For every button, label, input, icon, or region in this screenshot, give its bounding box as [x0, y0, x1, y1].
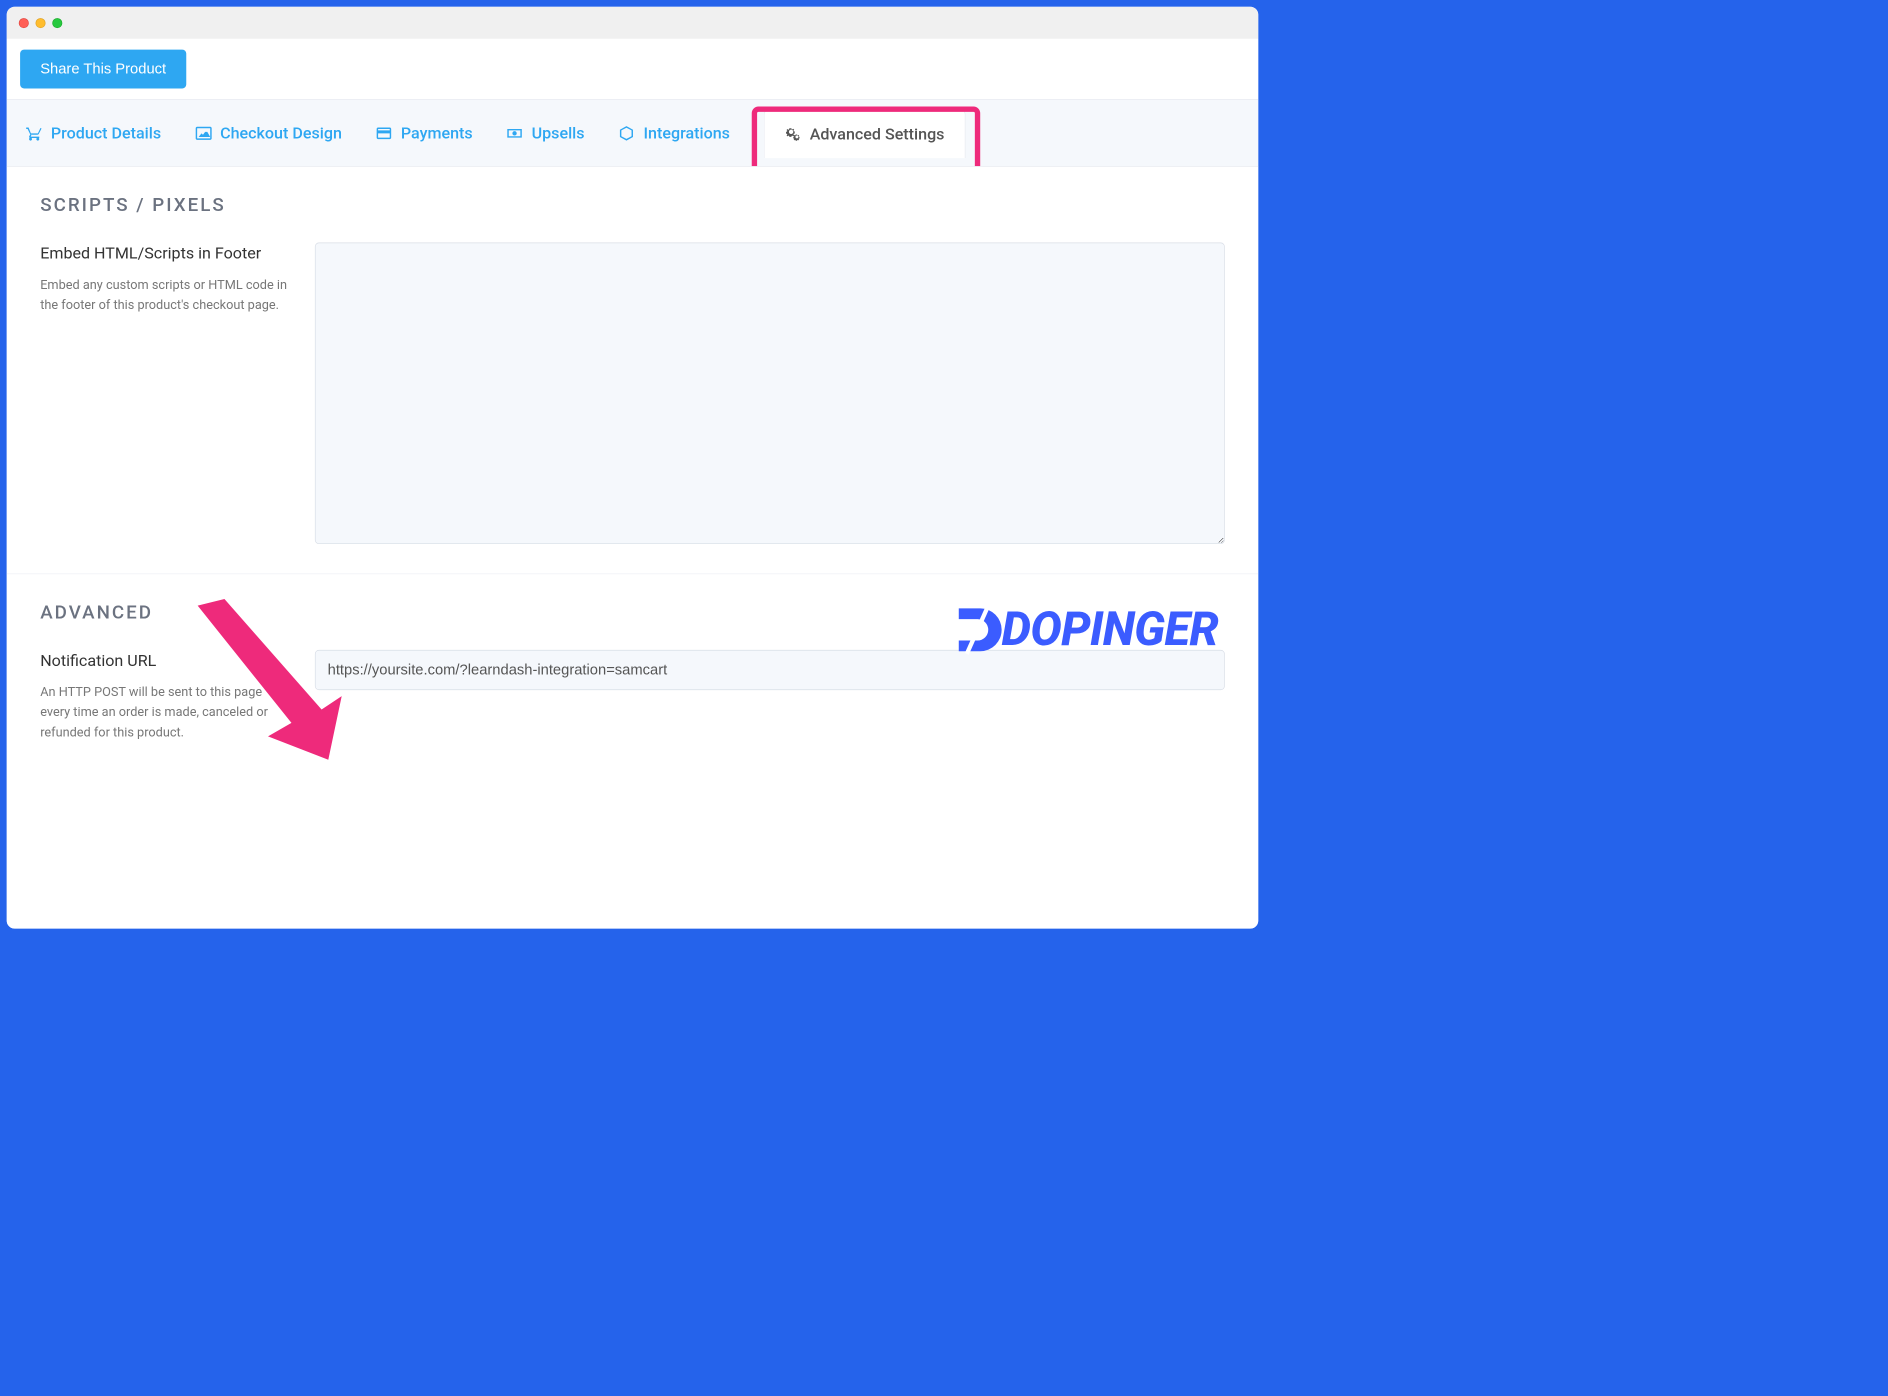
notification-url-label: Notification URL: [40, 650, 288, 673]
embed-scripts-description: Embed any custom scripts or HTML code in…: [40, 274, 288, 315]
tab-product-details[interactable]: Product Details: [25, 100, 161, 166]
watermark-text: DOPINGER: [1002, 602, 1219, 657]
tab-label: Advanced Settings: [810, 125, 945, 144]
tabs: Product Details Checkout Design Payments…: [7, 99, 1259, 166]
tab-label: Integrations: [644, 124, 730, 143]
title-bar: [7, 7, 1259, 39]
maximize-icon[interactable]: [52, 18, 62, 28]
tab-label: Checkout Design: [220, 124, 342, 143]
tab-label: Payments: [401, 124, 473, 143]
credit-card-icon: [375, 124, 392, 141]
tab-label: Upsells: [532, 124, 585, 143]
hexagon-icon: [618, 124, 635, 141]
watermark-logo: DOPINGER: [951, 602, 1218, 657]
tab-checkout-design[interactable]: Checkout Design: [195, 100, 342, 166]
section-scripts-pixels: SCRIPTS / PIXELS Embed HTML/Scripts in F…: [7, 167, 1259, 574]
notification-url-description: An HTTP POST will be sent to this page e…: [40, 682, 288, 743]
gears-icon: [784, 125, 801, 142]
tab-advanced-settings[interactable]: Advanced Settings: [763, 109, 965, 158]
tab-payments[interactable]: Payments: [375, 100, 472, 166]
section-title: SCRIPTS / PIXELS: [40, 194, 1225, 216]
cart-icon: [25, 124, 42, 141]
logo-d-icon: [951, 603, 1005, 657]
tab-integrations[interactable]: Integrations: [618, 100, 730, 166]
header: Share This Product: [7, 39, 1259, 99]
image-icon: [195, 124, 212, 141]
tab-upsells[interactable]: Upsells: [506, 100, 584, 166]
minimize-icon[interactable]: [36, 18, 46, 28]
tab-label: Product Details: [51, 124, 161, 143]
window-frame: Share This Product Product Details Check…: [7, 7, 1259, 929]
money-icon: [506, 124, 523, 141]
embed-scripts-label: Embed HTML/Scripts in Footer: [40, 243, 288, 266]
close-icon[interactable]: [19, 18, 29, 28]
share-product-button[interactable]: Share This Product: [20, 50, 186, 89]
content-panel: SCRIPTS / PIXELS Embed HTML/Scripts in F…: [7, 166, 1259, 928]
embed-scripts-textarea[interactable]: [315, 243, 1225, 545]
